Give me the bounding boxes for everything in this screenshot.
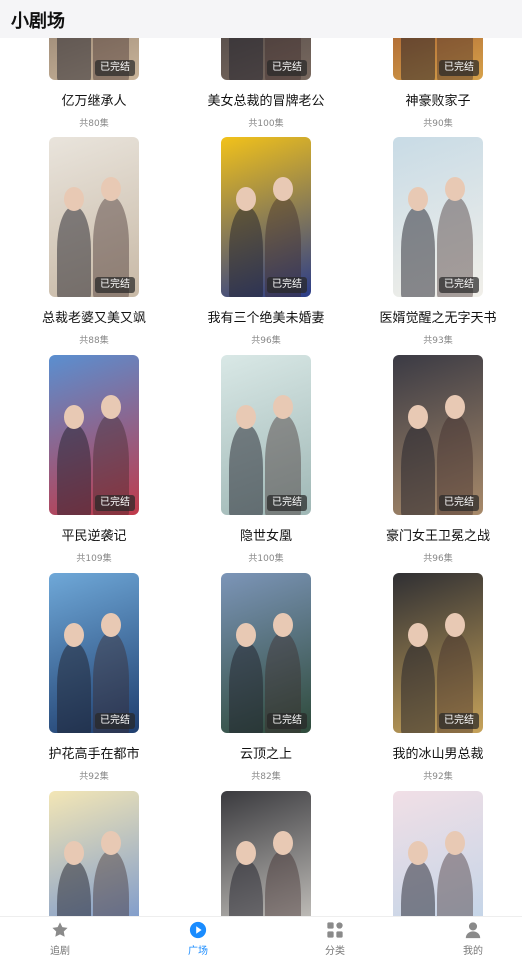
tab-label: 分类 <box>325 946 345 957</box>
tab-label: 我的 <box>463 946 483 957</box>
bottom-tab-bar: 追剧 广场 分类 我的 <box>0 916 522 957</box>
drama-card[interactable]: 都市潜龙出渊 <box>0 0 173 916</box>
drama-card[interactable] <box>172 0 345 916</box>
poster-face <box>101 831 121 855</box>
drama-poster[interactable] <box>393 791 483 916</box>
tab-plaza[interactable]: 广场 <box>148 917 248 957</box>
poster-face <box>236 841 256 865</box>
play-circle-icon <box>189 921 207 939</box>
drama-card[interactable] <box>344 0 517 916</box>
poster-figure <box>93 851 129 916</box>
tab-follow[interactable]: 追剧 <box>10 917 110 957</box>
poster-figure <box>401 861 435 916</box>
page-title: 小剧场 <box>11 11 65 32</box>
poster-face <box>445 831 465 855</box>
tab-category[interactable]: 分类 <box>285 917 385 957</box>
poster-figure <box>437 851 473 916</box>
poster-face <box>64 841 84 865</box>
drama-grid: 已完结 亿万继承人 共80集 已完结 美女总裁的冒牌老公 共100集 已完结 神豪败家子 共90… <box>0 0 522 916</box>
poster-figure <box>265 851 301 916</box>
category-icon <box>327 922 343 938</box>
drama-poster[interactable] <box>49 791 139 916</box>
user-icon <box>465 922 481 939</box>
poster-figure <box>57 861 91 916</box>
header-bar: 小剧场 <box>0 0 522 38</box>
tab-me[interactable]: 我的 <box>423 917 522 957</box>
poster-face <box>408 841 428 865</box>
star-icon <box>52 922 68 937</box>
poster-face <box>273 831 293 855</box>
tab-label: 广场 <box>188 946 208 957</box>
drama-poster[interactable] <box>221 791 311 916</box>
poster-figure <box>229 861 263 916</box>
tab-label: 追剧 <box>50 946 70 957</box>
